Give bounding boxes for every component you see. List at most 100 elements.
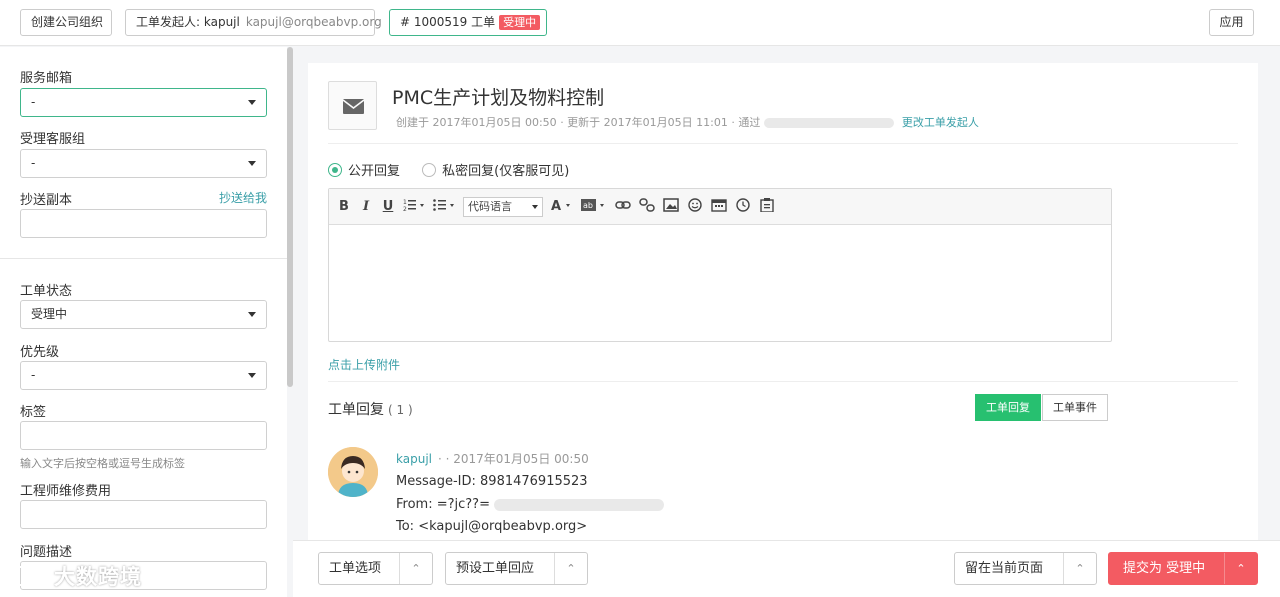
- repair-fee-input[interactable]: [20, 500, 267, 529]
- paste-icon[interactable]: [759, 197, 775, 216]
- ordered-list-icon[interactable]: 12: [403, 198, 425, 216]
- chevron-up-icon[interactable]: ⌃: [554, 553, 587, 584]
- chevron-up-icon[interactable]: ⌃: [1224, 553, 1257, 584]
- reply-from-line: From: =?jc??=: [396, 497, 664, 512]
- requester-email: kapujl@orqbeabvp.org: [245, 15, 382, 29]
- divider: [328, 143, 1238, 144]
- watermark: 大数跨境: [8, 561, 142, 591]
- public-reply-label: 公开回复: [348, 164, 401, 179]
- font-color-icon[interactable]: A: [551, 198, 573, 216]
- stay-on-page-button[interactable]: 留在当前页面 ⌃: [954, 552, 1097, 585]
- submit-label: 提交为 受理中: [1123, 561, 1206, 576]
- ticket-options-label: 工单选项: [329, 561, 382, 576]
- created-time: 创建于 2017年01月05日 00:50: [396, 116, 557, 129]
- create-company-button[interactable]: 创建公司组织: [20, 9, 112, 36]
- svg-text:2: 2: [403, 206, 407, 212]
- tags-hint: 输入文字后按空格或逗号生成标签: [20, 457, 185, 470]
- cc-me-link[interactable]: 抄送给我: [219, 189, 267, 206]
- reply-type-radios: 公开回复 私密回复(仅客服可见): [328, 160, 587, 179]
- stay-on-page-label: 留在当前页面: [965, 561, 1044, 576]
- tab-ticket-replies[interactable]: 工单回复: [975, 394, 1041, 421]
- requester-button[interactable]: 工单发起人: kapujl kapujl@orqbeabvp.org: [125, 9, 382, 36]
- status-value: 受理中: [31, 307, 68, 321]
- cc-label: 抄送副本: [20, 193, 73, 208]
- private-reply-option[interactable]: 私密回复(仅客服可见): [422, 160, 569, 179]
- group-value: -: [31, 156, 36, 170]
- underline-icon[interactable]: U: [381, 199, 395, 214]
- image-icon[interactable]: [663, 197, 679, 216]
- priority-select[interactable]: -: [20, 361, 267, 390]
- svg-text:1: 1: [403, 199, 407, 206]
- radio-checked-icon: [328, 163, 342, 177]
- ticket-options-button[interactable]: 工单选项 ⌃: [318, 552, 433, 585]
- code-language-select[interactable]: 代码语言: [463, 196, 543, 217]
- reply-author[interactable]: kapujl: [396, 452, 432, 466]
- upload-attachment-link[interactable]: 点击上传附件: [328, 356, 400, 373]
- reply-from: From: =?jc??=: [396, 497, 490, 512]
- ticket-title: PMC生产计划及物料控制: [392, 87, 605, 109]
- mailbox-label: 服务邮箱: [20, 71, 73, 86]
- editor-toolbar: B I U 12 代码语言 A ab: [329, 189, 1111, 225]
- mailbox-value: -: [31, 95, 36, 109]
- updated-time: · 更新于 2017年01月05日 11:01: [560, 116, 728, 129]
- svg-text:ab: ab: [583, 201, 593, 210]
- top-bar: 创建公司组织 工单发起人: kapujl kapujl@orqbeabvp.org…: [0, 0, 1280, 46]
- replies-heading: 工单回复 ( 1 ): [328, 399, 413, 419]
- cc-input[interactable]: [20, 209, 267, 238]
- ticket-number: # 1000519 工单: [400, 15, 496, 29]
- bold-icon[interactable]: B: [337, 199, 351, 214]
- submit-button[interactable]: 提交为 受理中 ⌃: [1108, 552, 1258, 585]
- reply-author-line: kapujl · · 2017年01月05日 00:50: [396, 450, 589, 467]
- tab-ticket-events[interactable]: 工单事件: [1042, 394, 1108, 421]
- redacted-sender: [493, 498, 664, 511]
- time-icon[interactable]: [735, 197, 751, 216]
- change-requester-link[interactable]: 更改工单发起人: [902, 116, 979, 129]
- ticket-number-tab[interactable]: # 1000519 工单 受理中: [389, 9, 547, 36]
- italic-icon[interactable]: I: [359, 199, 373, 214]
- tags-label: 标签: [20, 405, 47, 420]
- unordered-list-icon[interactable]: [433, 198, 455, 216]
- editor-body[interactable]: [329, 225, 1111, 342]
- description-label: 问题描述: [20, 545, 73, 560]
- via-label: · 通过: [731, 116, 761, 129]
- status-select[interactable]: 受理中: [20, 300, 267, 329]
- ticket-meta: 创建于 2017年01月05日 00:50 · 更新于 2017年01月05日 …: [396, 114, 979, 130]
- radio-unchecked-icon: [422, 163, 437, 177]
- caret-down-icon: [248, 100, 256, 105]
- sidebar-scrollbar[interactable]: [287, 47, 293, 387]
- caret-down-icon: [248, 312, 256, 317]
- mailbox-select[interactable]: -: [20, 88, 267, 117]
- redacted-source: [764, 118, 895, 128]
- private-reply-label: 私密回复(仅客服可见): [442, 164, 570, 179]
- replies-count: ( 1 ): [388, 403, 413, 417]
- avatar: [328, 447, 378, 497]
- caret-down-icon: [248, 373, 256, 378]
- group-label: 受理客服组: [20, 132, 86, 147]
- group-select[interactable]: -: [20, 149, 267, 178]
- public-reply-option[interactable]: 公开回复: [328, 160, 400, 179]
- chevron-up-icon[interactable]: ⌃: [1063, 553, 1096, 584]
- reply-to: To: <kapujl@orqbeabvp.org>: [396, 519, 588, 534]
- svg-text:A: A: [551, 199, 561, 212]
- reply-editor: B I U 12 代码语言 A ab: [328, 188, 1112, 342]
- priority-value: -: [31, 368, 36, 382]
- tags-input[interactable]: [20, 421, 267, 450]
- link-icon[interactable]: [615, 198, 631, 216]
- watermark-logo-icon: [8, 566, 48, 586]
- unlink-icon[interactable]: [639, 197, 655, 216]
- replies-title: 工单回复: [328, 402, 384, 418]
- email-channel-icon: [328, 81, 377, 130]
- emoji-icon[interactable]: [687, 197, 703, 216]
- bottom-action-bar: 工单选项 ⌃ 预设工单回应 ⌃ 留在当前页面 ⌃ 提交为 受理中 ⌃: [293, 540, 1280, 597]
- date-icon[interactable]: [711, 198, 727, 216]
- requester-label: 工单发起人: kapujl: [136, 15, 240, 29]
- apply-button[interactable]: 应用: [1209, 9, 1254, 36]
- divider: [328, 381, 1238, 382]
- reply-message-id: Message-ID: 8981476915523: [396, 474, 588, 489]
- preset-reply-label: 预设工单回应: [456, 561, 535, 576]
- repair-fee-label: 工程师维修费用: [20, 484, 112, 499]
- chevron-up-icon[interactable]: ⌃: [399, 553, 432, 584]
- ticket-properties-sidebar: 服务邮箱 - 受理客服组 - 抄送副本 抄送给我 工单状态 受理中 优先级 - …: [0, 47, 287, 597]
- preset-reply-button[interactable]: 预设工单回应 ⌃: [445, 552, 588, 585]
- highlight-icon[interactable]: ab: [581, 198, 607, 216]
